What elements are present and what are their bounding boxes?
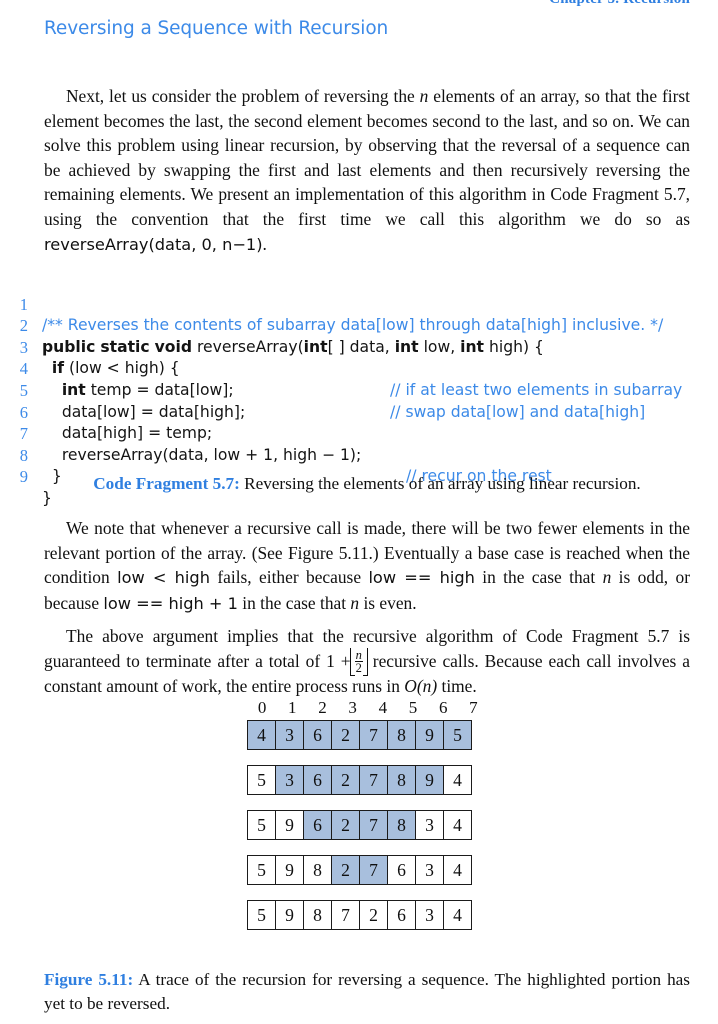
array-cell: 5 — [248, 901, 276, 929]
figure-caption-text: A trace of the recursion for reversing a… — [44, 970, 690, 1013]
array-index-label: 2 — [318, 698, 327, 717]
bound-text-c: time. — [437, 675, 477, 696]
array-trace-figure: 0 1 2 3 4 5 6 7 436278955362789459627834… — [247, 698, 489, 945]
intro-call-signature: reverseArray(data, 0, n−1) — [44, 234, 263, 254]
array-cell: 4 — [444, 901, 471, 929]
array-cell: 6 — [388, 856, 416, 884]
code-line: 3 if (low < high) { // if at least two e… — [0, 315, 718, 399]
code-fragment-block: 1 /** Reverses the contents of subarray … — [0, 272, 718, 507]
array-row: 59827634 — [247, 855, 472, 885]
figure-caption: Figure 5.11: A trace of the recursion fo… — [44, 968, 690, 1016]
array-cell: 3 — [276, 721, 304, 749]
array-index-label: 4 — [378, 698, 388, 717]
intro-text-c: . — [262, 233, 267, 254]
code-line: 2 public static void reverseArray(int[ ]… — [0, 294, 718, 356]
array-index-label: 0 — [257, 698, 267, 717]
array-row: 59872634 — [247, 900, 472, 930]
floor-fraction: n2 — [349, 647, 369, 676]
array-cell: 9 — [276, 811, 304, 839]
array-cell: 2 — [332, 856, 360, 884]
code-line-text: } — [42, 467, 62, 486]
array-cell: 2 — [332, 811, 360, 839]
array-cell: 8 — [304, 901, 332, 929]
figure-caption-label: Figure 5.11: — [44, 970, 134, 989]
intro-text-b: elements of an array, so that the first … — [44, 86, 690, 229]
code-line: 5 data[low] = data[high]; — [0, 358, 718, 421]
array-cell: 5 — [444, 721, 471, 749]
array-cell: 3 — [416, 811, 444, 839]
array-index-label: 6 — [438, 698, 448, 717]
code-line: 6 data[high] = temp; — [0, 380, 718, 443]
array-cell: 3 — [416, 901, 444, 929]
bound-big-o: O(n) — [404, 675, 438, 696]
array-index-label: 3 — [348, 698, 357, 717]
note-text-f: is even. — [359, 592, 417, 613]
array-cell: 7 — [360, 811, 388, 839]
array-cell: 4 — [444, 856, 471, 884]
note-text-c: in the case that — [474, 567, 603, 588]
code-line: 9 } — [0, 445, 718, 507]
code-line-text: } — [42, 488, 52, 507]
array-cell: 9 — [416, 766, 444, 794]
note-text-e: in the case that — [237, 592, 351, 613]
note-var-n-1: n — [602, 567, 612, 588]
array-cell: 6 — [304, 721, 332, 749]
array-cell: 8 — [388, 766, 416, 794]
array-row: 43627895 — [247, 720, 472, 750]
array-cell: 8 — [388, 721, 416, 749]
code-line-number: 9 — [19, 467, 28, 487]
array-cell: 6 — [304, 766, 332, 794]
code-fragment-caption: Code Fragment 5.7: Reversing the element… — [62, 472, 672, 496]
array-cell: 7 — [360, 856, 388, 884]
array-cell: 2 — [332, 766, 360, 794]
intro-text-a: Next, let us consider the problem of rev… — [66, 86, 420, 106]
array-cell: 3 — [416, 856, 444, 884]
code-line: 4 int temp = data[low]; // swap data[low… — [0, 337, 718, 420]
array-index-label: 7 — [469, 698, 478, 717]
array-cell: 5 — [248, 811, 276, 839]
array-row: 59627834 — [247, 810, 472, 840]
note-condition-2: low == high — [368, 568, 475, 588]
array-cell: 4 — [444, 766, 471, 794]
fraction-numerator: n — [354, 647, 363, 662]
array-cell: 3 — [276, 766, 304, 794]
array-row: 53627894 — [247, 765, 472, 795]
paragraph-bound: The above argument implies that the recu… — [44, 624, 690, 698]
note-condition-1: low < high — [117, 568, 210, 588]
array-index-label: 1 — [288, 698, 297, 717]
section-heading: Reversing a Sequence with Recursion — [44, 18, 389, 39]
array-cell: 8 — [388, 811, 416, 839]
array-cell: 2 — [332, 721, 360, 749]
array-index-row: 0 1 2 3 4 5 6 7 — [247, 698, 489, 720]
array-cell: 9 — [416, 721, 444, 749]
code-caption-text: Reversing the elements of an array using… — [239, 474, 641, 493]
paragraph-intro: Next, let us consider the problem of rev… — [44, 84, 690, 257]
code-line: 1 /** Reverses the contents of subarray … — [0, 272, 718, 335]
array-cell: 8 — [304, 856, 332, 884]
array-cell: 6 — [304, 811, 332, 839]
array-cell: 4 — [444, 811, 471, 839]
array-cell: 2 — [360, 901, 388, 929]
array-cell: 7 — [332, 901, 360, 929]
array-cell: 6 — [388, 901, 416, 929]
array-index-label: 5 — [408, 698, 418, 717]
note-var-n-2: n — [350, 592, 360, 613]
array-cell: 9 — [276, 856, 304, 884]
array-cell: 7 — [360, 721, 388, 749]
running-head: Chapter 5. Recursion — [549, 0, 690, 8]
array-rows-container: 4362789553627894596278345982763459872634 — [247, 720, 489, 930]
array-cell: 9 — [276, 901, 304, 929]
fraction-denominator: 2 — [355, 660, 362, 675]
array-cell: 7 — [360, 766, 388, 794]
code-line: 7 reverseArray(data, low + 1, high − 1);… — [0, 402, 718, 485]
array-cell: 4 — [248, 721, 276, 749]
code-caption-label: Code Fragment 5.7: — [93, 474, 240, 493]
note-condition-3: low == high + 1 — [103, 593, 238, 613]
paragraph-note: We note that whenever a recursive call i… — [44, 516, 690, 616]
note-text-b: fails, either because — [209, 567, 369, 588]
code-line: 8 } — [0, 423, 718, 486]
array-cell: 5 — [248, 856, 276, 884]
array-cell: 5 — [248, 766, 276, 794]
